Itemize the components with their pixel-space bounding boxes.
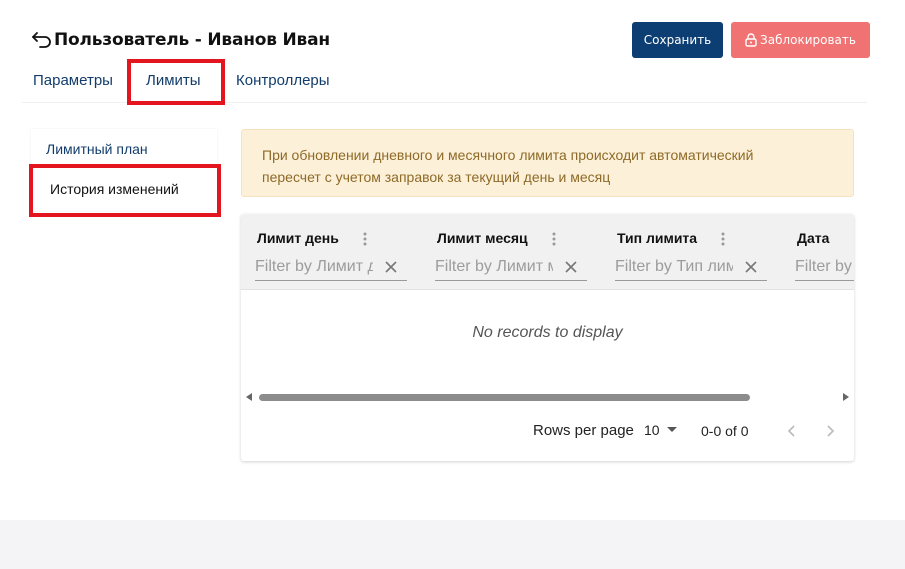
empty-message: No records to display bbox=[472, 324, 623, 341]
rows-per-page-label: Rows per page bbox=[533, 422, 634, 439]
page-footer-area bbox=[0, 520, 905, 569]
filter-input[interactable] bbox=[795, 254, 854, 280]
back-arrow-icon[interactable] bbox=[30, 28, 54, 52]
horizontal-scrollbar[interactable] bbox=[241, 390, 854, 404]
save-button-label: Сохранить bbox=[643, 33, 712, 47]
column-limit-month: Лимит месяц bbox=[435, 214, 589, 289]
filter-limit-type bbox=[615, 254, 767, 281]
filter-limit-month bbox=[435, 254, 587, 281]
history-table: Лимит день Лимит месяц bbox=[241, 214, 854, 461]
filter-input[interactable] bbox=[255, 254, 373, 280]
limits-sidebar: Лимитный план История изменений bbox=[31, 129, 217, 211]
sidebar-item-label: История изменений bbox=[50, 181, 179, 197]
column-title[interactable]: Дата bbox=[797, 230, 829, 246]
scroll-right-arrow-icon[interactable] bbox=[841, 392, 851, 402]
column-date: Дата bbox=[795, 214, 854, 289]
chevron-down-icon bbox=[666, 427, 677, 433]
column-limit-day: Лимит день bbox=[255, 214, 409, 289]
alert-text-line: пересчет с учетом заправок за текущий де… bbox=[262, 169, 611, 185]
block-user-button[interactable]: Заблокировать bbox=[731, 22, 870, 58]
page-header: Пользователь - Иванов Иван bbox=[30, 27, 330, 53]
column-menu-icon[interactable] bbox=[717, 231, 729, 247]
scroll-left-arrow-icon[interactable] bbox=[244, 392, 254, 402]
pagination: Rows per page 10 0-0 of 0 bbox=[241, 420, 854, 442]
column-title[interactable]: Лимит день bbox=[257, 230, 339, 246]
clear-icon[interactable] bbox=[563, 259, 579, 275]
column-limit-type: Тип лимита bbox=[615, 214, 769, 289]
save-button[interactable]: Сохранить bbox=[632, 22, 723, 58]
filter-date bbox=[795, 254, 854, 281]
sidebar-item-change-history[interactable]: История изменений bbox=[31, 169, 217, 209]
pagination-range: 0-0 of 0 bbox=[701, 423, 749, 439]
alert-text-line: При обновлении дневного и месячного лими… bbox=[262, 147, 754, 163]
next-page-icon[interactable] bbox=[822, 422, 840, 440]
sidebar-item-limit-plan[interactable]: Лимитный план bbox=[31, 129, 217, 169]
tabs-divider bbox=[22, 102, 867, 103]
column-title[interactable]: Лимит месяц bbox=[437, 230, 528, 246]
column-title[interactable]: Тип лимита bbox=[617, 230, 697, 246]
table-header: Лимит день Лимит месяц bbox=[241, 214, 854, 290]
tab-limits[interactable]: Лимиты bbox=[146, 72, 201, 89]
rows-per-page-select[interactable]: 10 bbox=[644, 422, 677, 438]
lock-icon bbox=[745, 33, 757, 47]
scrollbar-thumb[interactable] bbox=[259, 394, 750, 401]
filter-input[interactable] bbox=[615, 254, 733, 280]
filter-limit-day bbox=[255, 254, 407, 281]
block-user-button-label: Заблокировать bbox=[760, 33, 856, 47]
rows-per-page-value: 10 bbox=[644, 422, 660, 438]
tab-controllers[interactable]: Контроллеры bbox=[236, 72, 330, 89]
sidebar-item-label: Лимитный план bbox=[46, 141, 148, 157]
column-menu-icon[interactable] bbox=[548, 231, 560, 247]
tab-parameters[interactable]: Параметры bbox=[33, 72, 113, 89]
clear-icon[interactable] bbox=[383, 259, 399, 275]
previous-page-icon[interactable] bbox=[782, 422, 800, 440]
page-title: Пользователь - Иванов Иван bbox=[54, 30, 330, 50]
clear-icon[interactable] bbox=[743, 259, 759, 275]
info-alert: При обновлении дневного и месячного лими… bbox=[241, 129, 854, 197]
column-menu-icon[interactable] bbox=[359, 231, 371, 247]
filter-input[interactable] bbox=[435, 254, 553, 280]
